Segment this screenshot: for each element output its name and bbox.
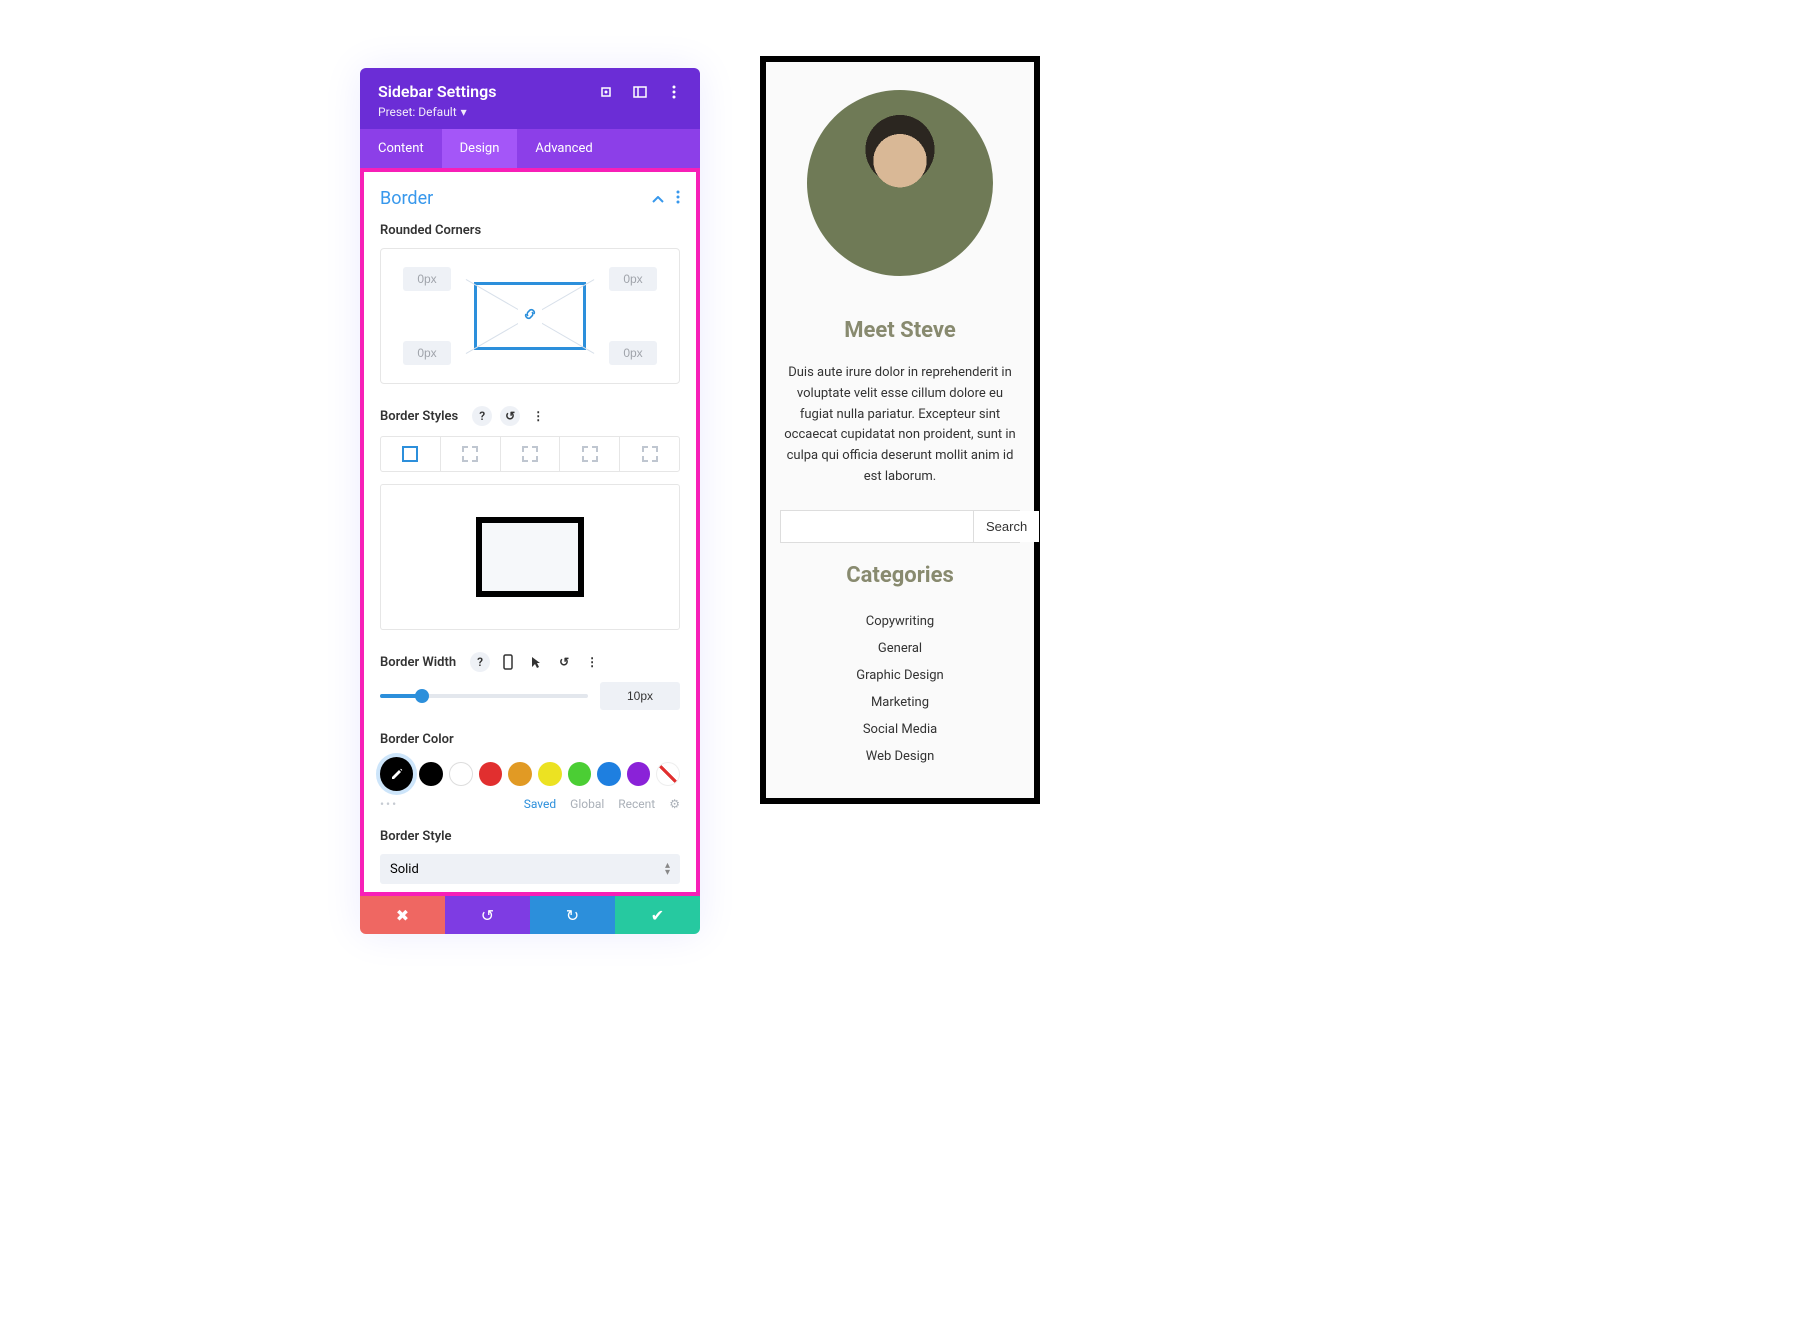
border-preview <box>380 484 680 630</box>
category-item[interactable]: Social Media <box>780 716 1020 743</box>
border-width-label: Border Width ? ↺ ⋮ <box>380 652 680 672</box>
sidebar-title: Meet Steve <box>780 318 1020 343</box>
tab-advanced[interactable]: Advanced <box>517 129 610 168</box>
avatar <box>807 90 993 276</box>
category-item[interactable]: Graphic Design <box>780 662 1020 689</box>
corner-bottom-left-input[interactable] <box>403 341 451 365</box>
redo-button[interactable]: ↻ <box>530 896 615 934</box>
color-transparent[interactable] <box>656 762 680 786</box>
border-width-input[interactable] <box>600 682 680 710</box>
panel-layout-icon[interactable] <box>632 84 648 100</box>
color-green[interactable] <box>568 762 592 786</box>
eyedropper-button[interactable] <box>380 757 413 791</box>
sidebar-description: Duis aute irure dolor in reprehenderit i… <box>780 363 1020 488</box>
category-item[interactable]: Copywriting <box>780 608 1020 635</box>
category-item[interactable]: Web Design <box>780 743 1020 770</box>
width-more-icon[interactable]: ⋮ <box>582 652 602 672</box>
border-styles-label: Border Styles ? ↺ ⋮ <box>380 406 680 426</box>
border-style-value: Solid <box>390 862 419 877</box>
sidebar-preview: Meet Steve Duis aute irure dolor in repr… <box>760 56 1040 804</box>
more-colors-icon[interactable]: ••• <box>380 797 398 811</box>
panel-footer: ✖ ↺ ↻ ✔ <box>360 896 700 934</box>
corner-top-left-input[interactable] <box>403 267 451 291</box>
rounded-corners-label: Rounded Corners <box>380 223 680 238</box>
border-width-slider[interactable] <box>380 694 588 698</box>
width-help-icon[interactable]: ? <box>470 652 490 672</box>
panel-header: Sidebar Settings Preset: Default ▾ <box>360 68 700 129</box>
tab-content[interactable]: Content <box>360 129 442 168</box>
panel-tabs: Content Design Advanced <box>360 129 700 168</box>
section-border-title[interactable]: Border <box>380 188 433 209</box>
corner-bottom-right-input[interactable] <box>609 341 657 365</box>
more-icon[interactable] <box>666 84 682 100</box>
collapse-icon[interactable] <box>652 189 664 208</box>
search-form: Search <box>780 510 1020 543</box>
border-style-bottom[interactable] <box>560 437 620 471</box>
color-tab-saved[interactable]: Saved <box>524 797 556 811</box>
responsive-icon[interactable] <box>498 652 518 672</box>
border-color-label: Border Color <box>380 732 680 747</box>
panel-title: Sidebar Settings <box>378 82 496 101</box>
link-icon <box>518 304 542 328</box>
color-orange[interactable] <box>508 762 532 786</box>
color-tab-recent[interactable]: Recent <box>618 797 655 811</box>
border-style-top[interactable] <box>441 437 501 471</box>
preset-label: Preset: Default <box>378 105 457 119</box>
border-preview-rect <box>476 517 584 597</box>
categories-title: Categories <box>780 563 1020 588</box>
border-style-select[interactable]: Solid ▴▾ <box>380 854 680 884</box>
cancel-button[interactable]: ✖ <box>360 896 445 934</box>
border-style-label: Border Style <box>380 829 680 844</box>
expand-icon[interactable] <box>598 84 614 100</box>
styles-more-icon[interactable]: ⋮ <box>528 406 548 426</box>
chevron-down-icon: ▾ <box>461 105 467 119</box>
color-white[interactable] <box>449 762 473 786</box>
select-arrows-icon: ▴▾ <box>665 862 670 876</box>
color-swatches <box>380 757 680 791</box>
slider-thumb[interactable] <box>415 689 429 703</box>
color-settings-icon[interactable]: ⚙ <box>669 797 680 811</box>
hover-icon[interactable] <box>526 652 546 672</box>
color-red[interactable] <box>479 762 503 786</box>
rounded-corners-control <box>380 248 680 384</box>
preset-selector[interactable]: Preset: Default ▾ <box>378 105 682 119</box>
settings-panel: Sidebar Settings Preset: Default ▾ Conte… <box>360 68 700 934</box>
border-style-left[interactable] <box>620 437 679 471</box>
corners-link-toggle[interactable] <box>474 282 586 350</box>
color-purple[interactable] <box>627 762 651 786</box>
color-yellow[interactable] <box>538 762 562 786</box>
help-icon[interactable]: ? <box>472 406 492 426</box>
border-style-all[interactable] <box>381 437 441 471</box>
category-item[interactable]: General <box>780 635 1020 662</box>
color-blue[interactable] <box>597 762 621 786</box>
panel-body: Border Rounded Corners Border Styles ? ↺… <box>360 168 700 896</box>
tab-design[interactable]: Design <box>442 129 518 168</box>
category-item[interactable]: Marketing <box>780 689 1020 716</box>
reset-icon[interactable]: ↺ <box>500 406 520 426</box>
border-style-options <box>380 436 680 472</box>
search-input[interactable] <box>781 511 973 542</box>
width-reset-icon[interactable]: ↺ <box>554 652 574 672</box>
categories-list: Copywriting General Graphic Design Marke… <box>780 608 1020 770</box>
color-black[interactable] <box>419 762 443 786</box>
border-style-right[interactable] <box>501 437 561 471</box>
undo-button[interactable]: ↺ <box>445 896 530 934</box>
save-button[interactable]: ✔ <box>615 896 700 934</box>
search-button[interactable]: Search <box>973 511 1039 542</box>
section-more-icon[interactable] <box>676 189 680 208</box>
corner-top-right-input[interactable] <box>609 267 657 291</box>
color-tab-global[interactable]: Global <box>570 797 604 811</box>
